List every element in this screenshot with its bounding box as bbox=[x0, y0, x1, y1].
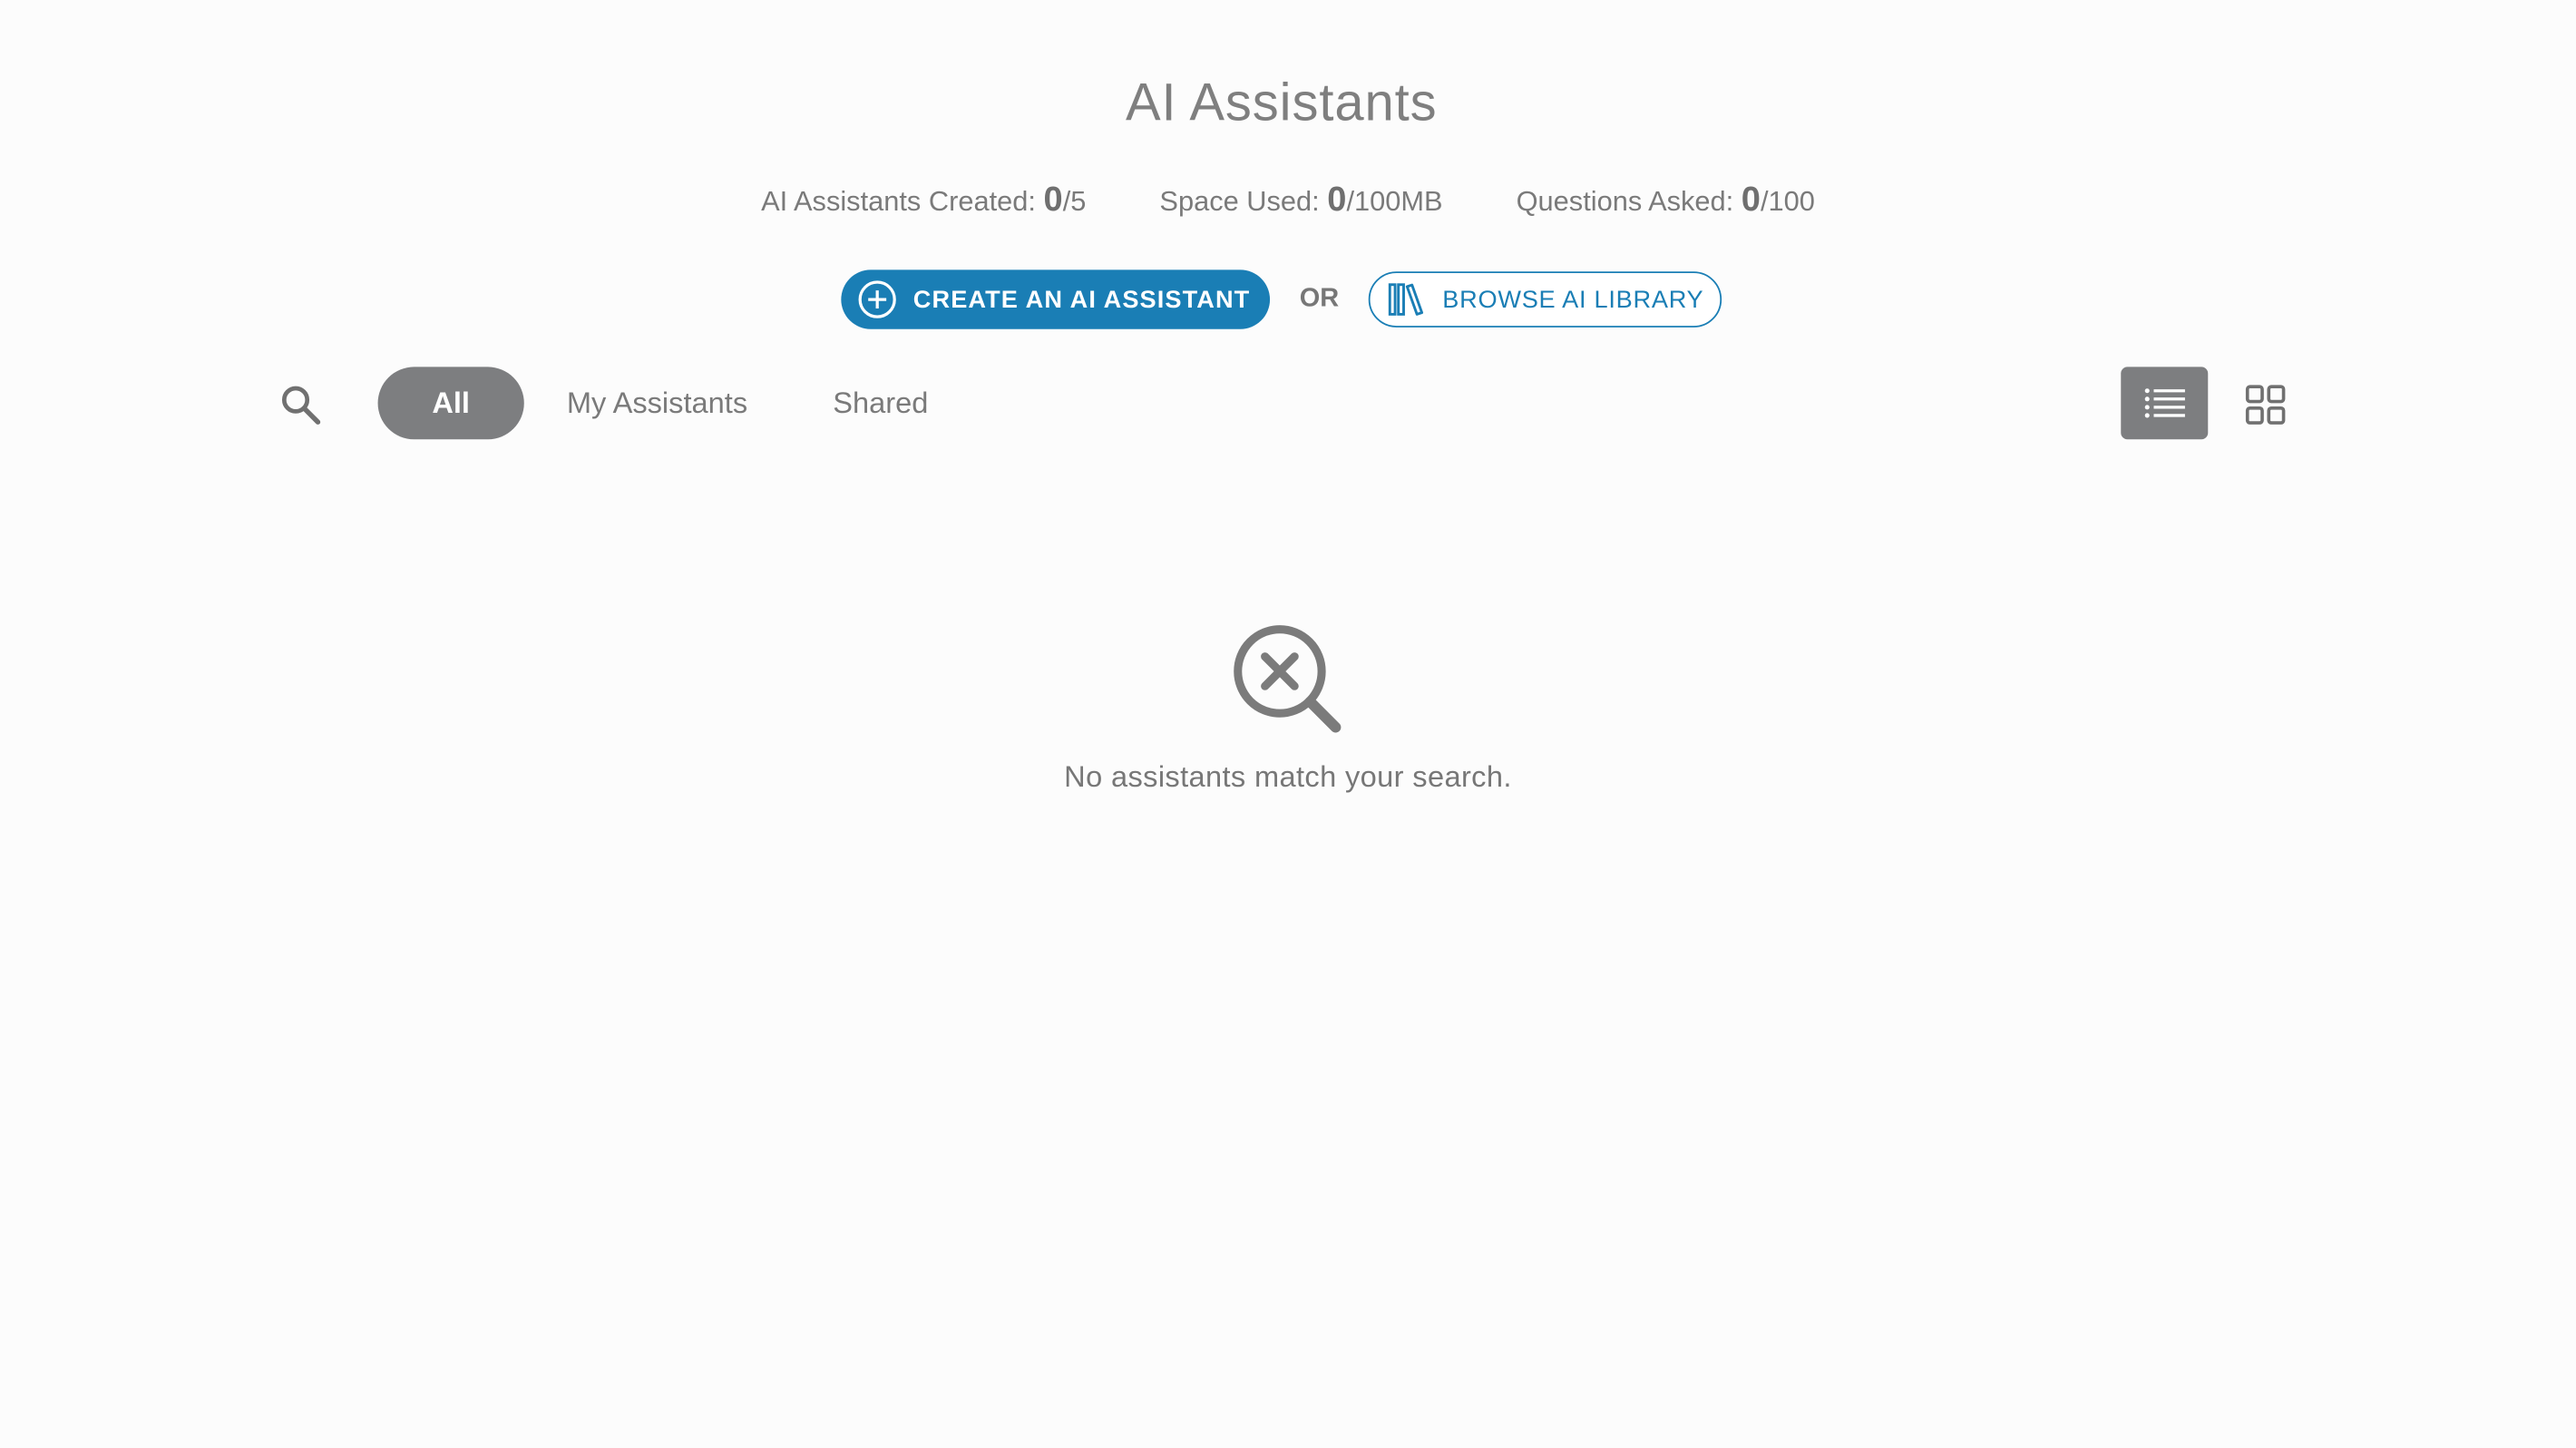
library-books-icon bbox=[1388, 283, 1424, 316]
search-icon[interactable] bbox=[279, 384, 322, 426]
page-title: AI Assistants bbox=[1125, 72, 1438, 132]
create-assistant-label: CREATE AN AI ASSISTANT bbox=[912, 285, 1251, 314]
plus-circle-icon bbox=[858, 280, 896, 318]
stat-assistants-created: AI Assistants Created: 0/5 bbox=[761, 181, 1087, 220]
list-view-button[interactable] bbox=[2121, 367, 2209, 440]
list-icon bbox=[2143, 388, 2184, 418]
stat-space-used: Space Used: 0/100MB bbox=[1159, 181, 1443, 220]
tab-my-assistants[interactable]: My Assistants bbox=[567, 367, 747, 439]
ai-assistants-page: AI Assistants AI Assistants Created: 0/5… bbox=[0, 0, 2576, 1448]
browse-library-button[interactable]: BROWSE AI LIBRARY bbox=[1368, 271, 1722, 328]
or-separator: OR bbox=[1299, 284, 1340, 313]
tab-shared[interactable]: Shared bbox=[833, 367, 928, 439]
empty-state-message: No assistants match your search. bbox=[1064, 759, 1512, 794]
action-row: CREATE AN AI ASSISTANT OR BROWSE AI LIBR… bbox=[0, 269, 2562, 329]
empty-state: No assistants match your search. bbox=[0, 622, 2576, 795]
filter-bar: All My Assistants Shared bbox=[0, 367, 2576, 440]
tab-all[interactable]: All bbox=[377, 367, 524, 440]
stat-questions-asked: Questions Asked: 0/100 bbox=[1516, 181, 1815, 220]
create-assistant-button[interactable]: CREATE AN AI ASSISTANT bbox=[841, 269, 1271, 329]
usage-stats: AI Assistants Created: 0/5 Space Used: 0… bbox=[0, 181, 2576, 220]
search-x-icon bbox=[1234, 625, 1342, 733]
browse-library-label: BROWSE AI LIBRARY bbox=[1442, 285, 1704, 314]
grid-view-icon[interactable] bbox=[2242, 382, 2288, 428]
